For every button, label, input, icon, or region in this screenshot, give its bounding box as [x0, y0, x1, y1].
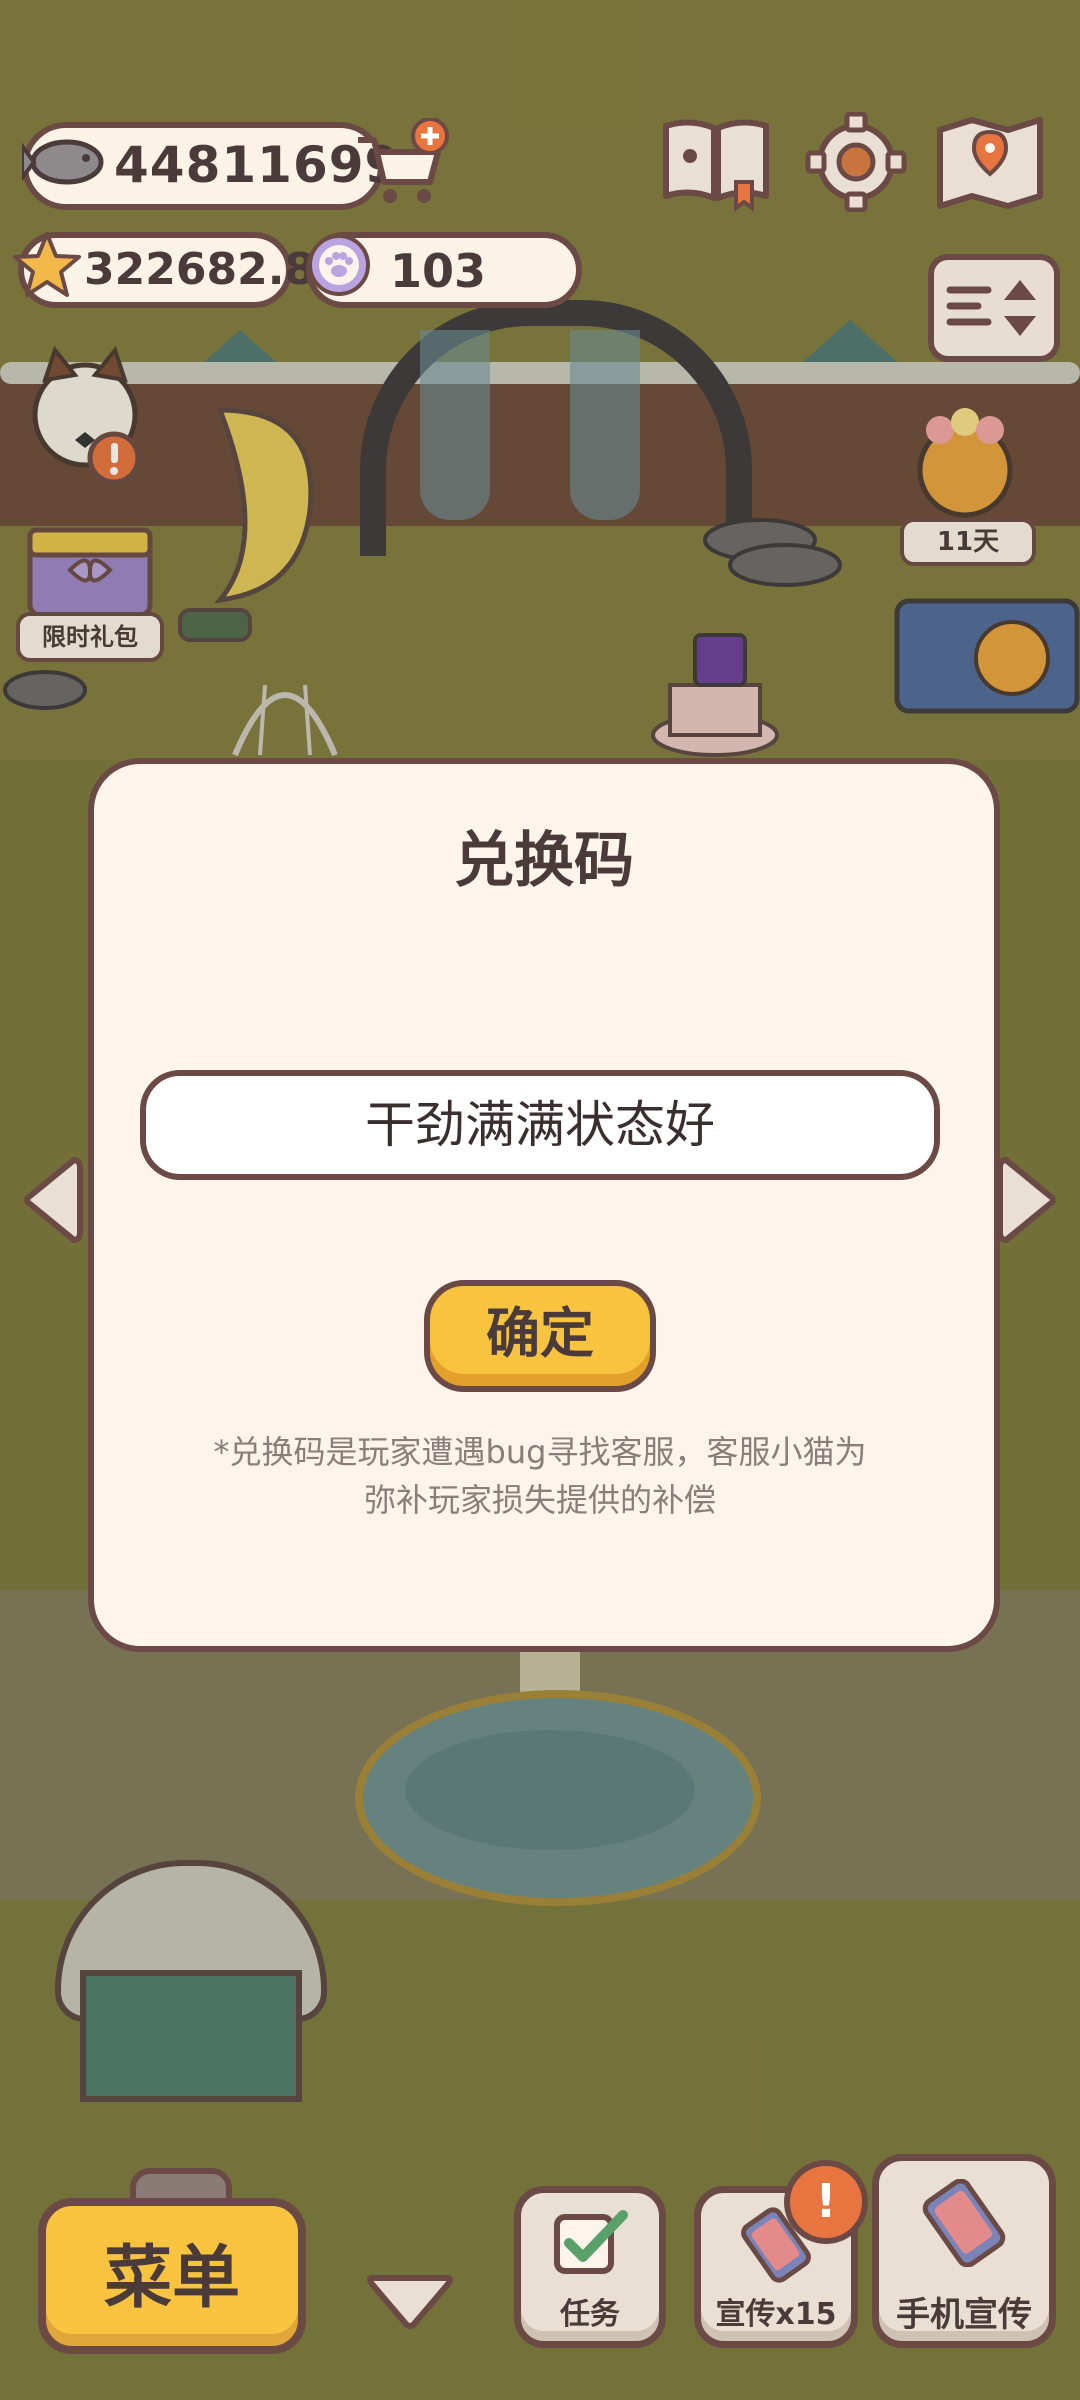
task-button[interactable]: 任务 [514, 2186, 666, 2348]
star-icon [13, 232, 81, 297]
alert-icon: ! [784, 2160, 868, 2244]
task-label: 任务 [560, 2297, 620, 2332]
view-toggle-button[interactable] [928, 254, 1060, 362]
star-value: 322682.8 [84, 244, 316, 295]
right-arrow-icon[interactable] [996, 1152, 1058, 1248]
fish-icon [22, 139, 104, 185]
map-icon[interactable] [934, 112, 1046, 212]
gear-icon[interactable] [800, 112, 912, 212]
phone-promo-button[interactable]: 手机宣传 [872, 2154, 1056, 2348]
paw-icon [308, 234, 370, 296]
phone-icon [922, 2179, 1006, 2267]
redeem-code-input[interactable]: 干劲满满状态好 [140, 1070, 940, 1180]
redeem-note-line: *兑换码是玩家遭遇bug寻找客服，客服小猫为 [213, 1433, 867, 1471]
book-icon[interactable] [660, 112, 772, 212]
confirm-button[interactable]: 确定 [424, 1280, 656, 1392]
phone-promo-label: 手机宣传 [896, 2295, 1032, 2335]
left-arrow-icon[interactable] [22, 1152, 84, 1248]
toggle-icon [946, 280, 1036, 336]
shop-cart-icon[interactable] [350, 118, 450, 210]
promo-label: 宣传x15 [715, 2297, 837, 2332]
menu-label: 菜单 [103, 2239, 240, 2318]
down-arrow-icon[interactable] [364, 2268, 456, 2334]
paw-value: 103 [390, 244, 487, 298]
checkbox-icon [554, 2210, 628, 2274]
redeem-note: *兑换码是玩家遭遇bug寻找客服，客服小猫为 弥补玩家损失提供的补偿 [160, 1428, 920, 1524]
redeem-note-line: 弥补玩家损失提供的补偿 [363, 1481, 716, 1519]
dialog-title: 兑换码 [454, 826, 634, 896]
